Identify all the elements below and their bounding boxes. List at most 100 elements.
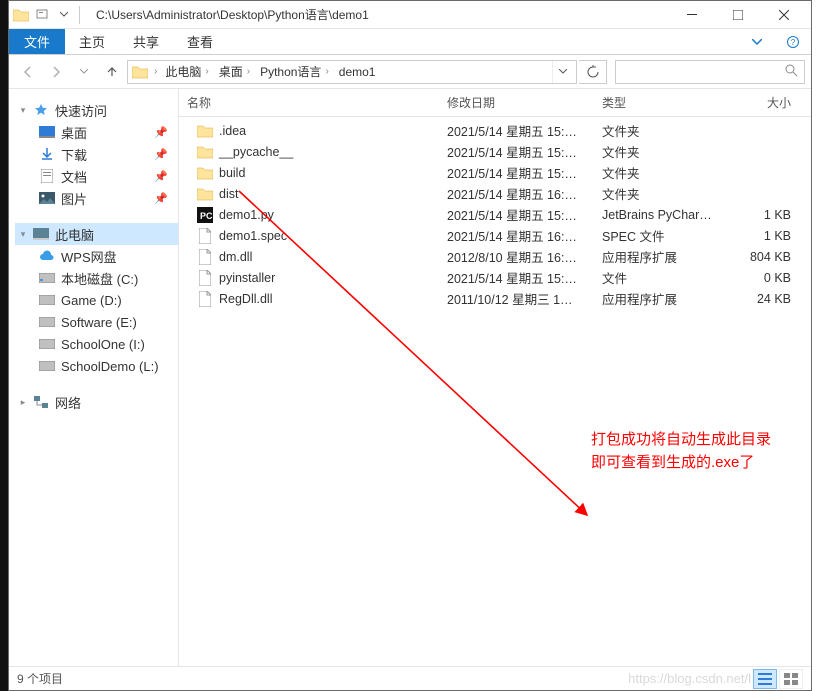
expand-ribbon-icon[interactable]: [739, 29, 775, 54]
folder-icon: [197, 144, 213, 160]
sidebar-item-wps[interactable]: WPS网盘: [15, 245, 178, 267]
tab-file[interactable]: 文件: [9, 29, 65, 54]
table-row[interactable]: dm.dll2012/8/10 星期五 16:…应用程序扩展804 KB: [179, 246, 811, 267]
sidebar-label: SchoolDemo (L:): [61, 359, 159, 374]
file-type: 文件夹: [594, 121, 729, 140]
disk-icon: [39, 292, 55, 308]
folder-icon: [13, 7, 29, 23]
explorer-window: C:\Users\Administrator\Desktop\Python语言\…: [8, 0, 812, 691]
breadcrumb[interactable]: Python语言 ›: [258, 63, 333, 80]
sidebar-item-disk-d[interactable]: Game (D:): [15, 289, 178, 311]
address-field[interactable]: › 此电脑 › 桌面 › Python语言 › demo1: [127, 60, 577, 84]
help-icon[interactable]: ?: [775, 29, 811, 54]
chevron-right-icon[interactable]: ›: [152, 66, 159, 77]
refresh-button[interactable]: [579, 60, 607, 84]
picture-icon: [39, 190, 55, 206]
recent-dropdown-icon[interactable]: [71, 59, 97, 85]
sidebar-item-pictures[interactable]: 图片📌: [15, 187, 178, 209]
sidebar-item-downloads[interactable]: 下载📌: [15, 143, 178, 165]
sidebar-this-pc[interactable]: ▾ 此电脑: [15, 223, 178, 245]
disk-icon: [39, 270, 55, 286]
qat-dropdown-icon[interactable]: [35, 7, 53, 23]
maximize-button[interactable]: [715, 1, 761, 29]
sidebar-label: SchoolOne (I:): [61, 337, 145, 352]
file-name: __pycache__: [219, 145, 293, 159]
sidebar-label: 此电脑: [55, 225, 94, 244]
download-icon: [39, 146, 55, 162]
table-row[interactable]: PCdemo1.py2021/5/14 星期五 15:…JetBrains Py…: [179, 204, 811, 225]
close-button[interactable]: [761, 1, 807, 29]
column-type[interactable]: 类型: [594, 89, 729, 116]
table-row[interactable]: build2021/5/14 星期五 15:…文件夹: [179, 162, 811, 183]
file-date: 2012/8/10 星期五 16:…: [439, 247, 594, 266]
chevron-down-icon[interactable]: [59, 8, 69, 22]
tab-view[interactable]: 查看: [173, 29, 227, 54]
view-thumbnails-button[interactable]: [779, 669, 803, 689]
sidebar-label: 下载: [61, 145, 87, 164]
search-input[interactable]: [615, 60, 805, 84]
search-icon: [785, 64, 798, 80]
annotation-text: 打包成功将自动生成此目录 即可查看到生成的.exe了: [591, 429, 771, 474]
pin-icon: 📌: [154, 192, 168, 205]
address-dropdown-icon[interactable]: [552, 61, 572, 83]
column-size[interactable]: 大小: [729, 89, 799, 116]
file-date: 2011/10/12 星期三 1…: [439, 289, 594, 308]
file-type: 文件夹: [594, 163, 729, 182]
file-type: 应用程序扩展: [594, 289, 729, 308]
chevron-down-icon[interactable]: ▾: [19, 229, 27, 240]
sidebar-item-documents[interactable]: 文档📌: [15, 165, 178, 187]
file-size: 0 KB: [729, 271, 799, 285]
sidebar-item-disk-l[interactable]: SchoolDemo (L:): [15, 355, 178, 377]
breadcrumb-label: Python语言: [260, 63, 321, 80]
view-details-button[interactable]: [753, 669, 777, 689]
sidebar-item-disk-i[interactable]: SchoolOne (I:): [15, 333, 178, 355]
file-icon: [197, 270, 213, 286]
minimize-button[interactable]: [669, 1, 715, 29]
file-name: pyinstaller: [219, 271, 275, 285]
file-date: 2021/5/14 星期五 16:…: [439, 226, 594, 245]
breadcrumb[interactable]: 此电脑 ›: [163, 63, 212, 80]
sidebar-label: Software (E:): [61, 315, 137, 330]
file-name: RegDll.dll: [219, 292, 273, 306]
tab-share[interactable]: 共享: [119, 29, 173, 54]
column-name[interactable]: 名称: [179, 89, 439, 116]
pin-icon: 📌: [154, 170, 168, 183]
table-row[interactable]: RegDll.dll2011/10/12 星期三 1…应用程序扩展24 KB: [179, 288, 811, 309]
chevron-right-icon[interactable]: ▸: [19, 397, 27, 408]
chevron-right-icon: ›: [245, 66, 252, 77]
file-size: 1 KB: [729, 229, 799, 243]
file-icon: [197, 291, 213, 307]
breadcrumb[interactable]: demo1: [337, 65, 378, 79]
disk-icon: [39, 358, 55, 374]
chevron-right-icon: ›: [203, 66, 210, 77]
sidebar-item-disk-c[interactable]: 本地磁盘 (C:): [15, 267, 178, 289]
table-row[interactable]: dist2021/5/14 星期五 16:…文件夹: [179, 183, 811, 204]
table-row[interactable]: pyinstaller2021/5/14 星期五 15:…文件0 KB: [179, 267, 811, 288]
chevron-down-icon[interactable]: ▾: [19, 105, 27, 116]
table-row[interactable]: demo1.spec2021/5/14 星期五 16:…SPEC 文件1 KB: [179, 225, 811, 246]
sidebar-network[interactable]: ▸ 网络: [15, 391, 178, 413]
column-date[interactable]: 修改日期: [439, 89, 594, 116]
watermark: https://blog.csdn.net/l: [628, 671, 751, 686]
file-name: dm.dll: [219, 250, 252, 264]
file-type: 文件夹: [594, 142, 729, 161]
table-row[interactable]: .idea2021/5/14 星期五 15:…文件夹: [179, 120, 811, 141]
file-name: dist: [219, 187, 238, 201]
back-button[interactable]: [15, 59, 41, 85]
sidebar-item-desktop[interactable]: 桌面📌: [15, 121, 178, 143]
forward-button[interactable]: [43, 59, 69, 85]
ribbon-tabs: 文件 主页 共享 查看 ?: [9, 29, 811, 55]
up-button[interactable]: [99, 59, 125, 85]
sidebar-item-disk-e[interactable]: Software (E:): [15, 311, 178, 333]
folder-icon: [197, 123, 213, 139]
table-row[interactable]: __pycache__2021/5/14 星期五 15:…文件夹: [179, 141, 811, 162]
sidebar-quick-access[interactable]: ▾ 快速访问: [15, 99, 178, 121]
file-date: 2021/5/14 星期五 15:…: [439, 205, 594, 224]
file-type: JetBrains PyChar…: [594, 208, 729, 222]
pin-icon: 📌: [154, 126, 168, 139]
file-date: 2021/5/14 星期五 15:…: [439, 163, 594, 182]
status-bar: 9 个项目 https://blog.csdn.net/l: [9, 666, 811, 690]
file-type: 文件夹: [594, 184, 729, 203]
breadcrumb[interactable]: 桌面 ›: [217, 63, 254, 80]
tab-home[interactable]: 主页: [65, 29, 119, 54]
